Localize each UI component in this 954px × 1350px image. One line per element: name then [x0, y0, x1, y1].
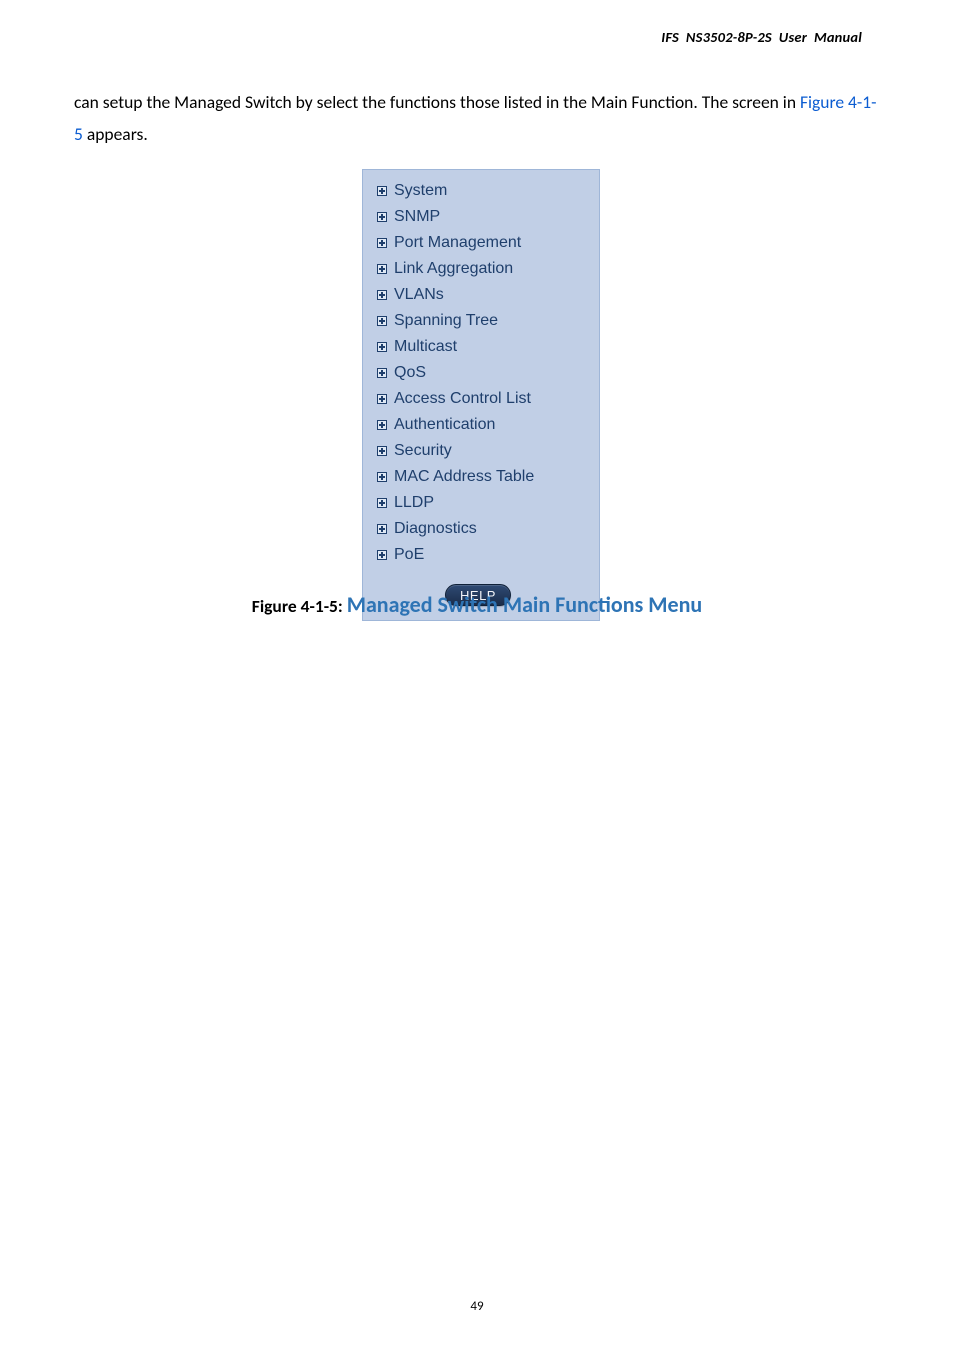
menu-item-label: System — [394, 182, 447, 200]
plus-icon[interactable] — [377, 524, 387, 534]
menu-item-label: SNMP — [394, 208, 440, 226]
plus-icon[interactable] — [377, 212, 387, 222]
page: IFS NS3502-8P-2S User Manual can setup t… — [0, 0, 954, 1350]
menu-item-mac-address-table[interactable]: MAC Address Table — [363, 466, 599, 488]
menu-item-label: Multicast — [394, 338, 457, 356]
plus-icon[interactable] — [377, 472, 387, 482]
figure-caption-label: Figure 4-1-5: — [252, 595, 347, 617]
plus-icon[interactable] — [377, 264, 387, 274]
figure-caption-title: Managed Switch Main Functions Menu — [347, 591, 702, 618]
plus-icon[interactable] — [377, 420, 387, 430]
plus-icon[interactable] — [377, 550, 387, 560]
menu-item-label: VLANs — [394, 286, 444, 304]
menu-item-system[interactable]: System — [363, 180, 599, 202]
menu-item-security[interactable]: Security — [363, 440, 599, 462]
plus-icon[interactable] — [377, 498, 387, 508]
plus-icon[interactable] — [377, 186, 387, 196]
menu-item-label: Port Management — [394, 234, 521, 252]
menu-item-link-aggregation[interactable]: Link Aggregation — [363, 258, 599, 280]
plus-icon[interactable] — [377, 394, 387, 404]
menu-item-label: QoS — [394, 364, 426, 382]
menu-item-qos[interactable]: QoS — [363, 362, 599, 384]
plus-icon[interactable] — [377, 290, 387, 300]
menu-item-label: MAC Address Table — [394, 468, 534, 486]
menu-item-snmp[interactable]: SNMP — [363, 206, 599, 228]
plus-icon[interactable] — [377, 316, 387, 326]
plus-icon[interactable] — [377, 238, 387, 248]
menu-item-label: Diagnostics — [394, 520, 477, 538]
plus-icon[interactable] — [377, 342, 387, 352]
menu-item-access-control-list[interactable]: Access Control List — [363, 388, 599, 410]
menu-item-port-management[interactable]: Port Management — [363, 232, 599, 254]
plus-icon[interactable] — [377, 368, 387, 378]
body-line-1: can setup the Managed Switch by select t… — [74, 91, 800, 113]
body-line-2: appears. — [83, 123, 148, 145]
document-header: IFS NS3502-8P-2S User Manual — [661, 28, 862, 46]
menu-item-spanning-tree[interactable]: Spanning Tree — [363, 310, 599, 332]
body-paragraph: can setup the Managed Switch by select t… — [74, 86, 884, 150]
page-number: 49 — [0, 1299, 954, 1314]
menu-item-poe[interactable]: PoE — [363, 544, 599, 566]
plus-icon[interactable] — [377, 446, 387, 456]
menu-item-label: PoE — [394, 546, 424, 564]
menu-item-label: Spanning Tree — [394, 312, 498, 330]
menu-item-label: LLDP — [394, 494, 434, 512]
menu-item-authentication[interactable]: Authentication — [363, 414, 599, 436]
menu-item-label: Authentication — [394, 416, 495, 434]
figure-caption: Figure 4-1-5: Managed Switch Main Functi… — [0, 591, 954, 618]
menu-item-diagnostics[interactable]: Diagnostics — [363, 518, 599, 540]
menu-item-multicast[interactable]: Multicast — [363, 336, 599, 358]
main-functions-menu: System SNMP Port Management Link Aggrega… — [362, 169, 600, 621]
menu-item-label: Link Aggregation — [394, 260, 513, 278]
menu-item-label: Security — [394, 442, 452, 460]
menu-item-label: Access Control List — [394, 390, 531, 408]
menu-item-lldp[interactable]: LLDP — [363, 492, 599, 514]
menu-item-vlans[interactable]: VLANs — [363, 284, 599, 306]
